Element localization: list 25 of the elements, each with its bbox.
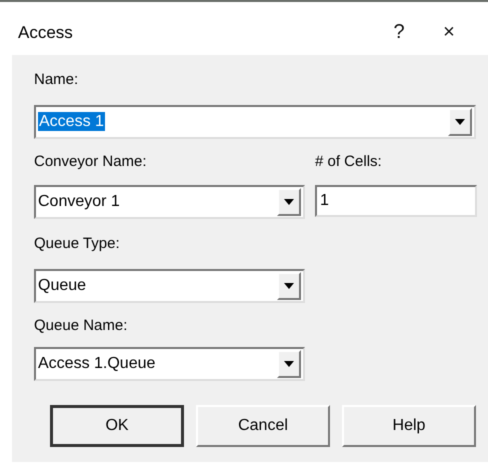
dropdown[interactable]: Conveyor 1 xyxy=(34,185,305,219)
dialog-button[interactable]: Help xyxy=(342,405,476,447)
dropdown-button[interactable] xyxy=(277,272,301,300)
dropdown[interactable]: Access 1 xyxy=(34,105,476,139)
dialog-button[interactable]: OK xyxy=(50,405,184,447)
caret-icon xyxy=(284,361,294,367)
input-field[interactable]: 1 xyxy=(315,185,477,217)
dropdown[interactable]: Access 1.Queue xyxy=(34,347,305,381)
caret-icon xyxy=(284,283,294,289)
field-label: Queue Name: xyxy=(34,317,128,335)
field-label: Name: xyxy=(34,71,80,89)
dropdown-button[interactable] xyxy=(277,188,301,216)
dropdown[interactable]: Queue xyxy=(34,269,305,303)
field-label: # of Cells: xyxy=(315,153,383,171)
dropdown-button[interactable] xyxy=(277,350,301,378)
caret-icon xyxy=(455,119,465,125)
dialog-button[interactable]: Cancel xyxy=(196,405,330,447)
field-label: Conveyor Name: xyxy=(34,153,148,171)
close-button[interactable]: × xyxy=(424,12,474,52)
selected-text: Access 1 xyxy=(38,112,105,131)
caret-icon xyxy=(284,199,294,205)
help-button[interactable]: ? xyxy=(374,12,424,52)
dropdown-button[interactable] xyxy=(448,108,472,136)
window-title: Access xyxy=(18,22,74,42)
field-label: Queue Type: xyxy=(34,235,121,253)
